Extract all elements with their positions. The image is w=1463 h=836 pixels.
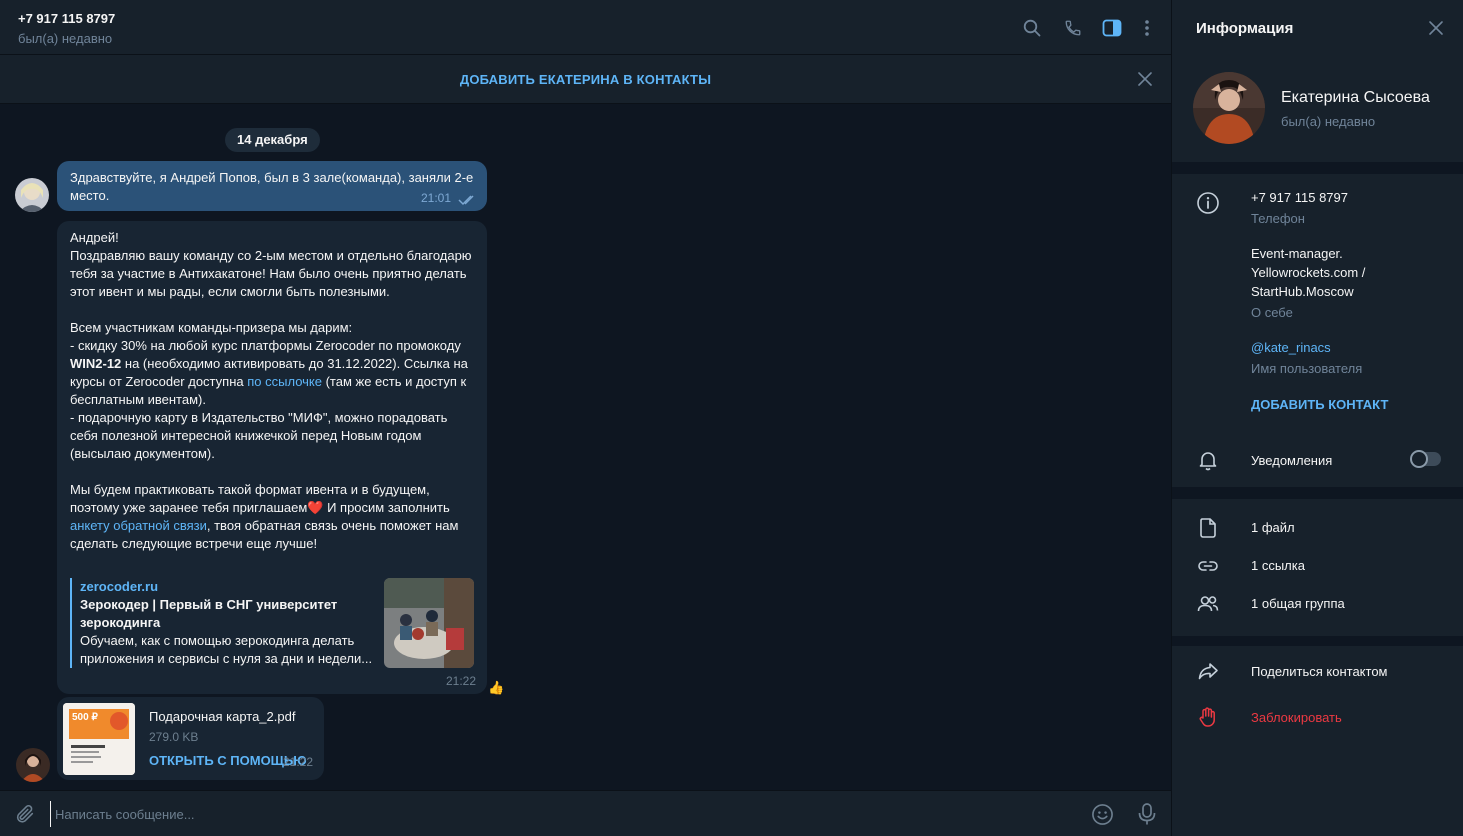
- contact-avatar[interactable]: [16, 748, 50, 782]
- date-divider: 14 декабря: [225, 128, 320, 152]
- bio-line: StartHub.Moscow: [1251, 284, 1354, 299]
- message-text: Здравствуйте, я Андрей Попов, был в 3 за…: [70, 170, 474, 203]
- message-text: И просим заполнить: [323, 500, 450, 515]
- toggle-knob: [1410, 450, 1428, 468]
- search-icon[interactable]: [1021, 17, 1043, 39]
- chat-header: +7 917 115 8797 был(а) недавно: [0, 0, 1171, 55]
- promo-code: WIN2-12: [70, 356, 122, 371]
- preview-description: Обучаем, как с помощью зерокодинга делат…: [80, 633, 355, 648]
- message-paragraph: Поздравляю вашу команду со 2-ым местом и…: [70, 248, 472, 299]
- preview-thumbnail[interactable]: [384, 578, 474, 668]
- chat-title[interactable]: +7 917 115 8797: [18, 11, 115, 26]
- courses-link[interactable]: по ссылочке: [247, 374, 322, 389]
- bio-line: Event-manager.: [1251, 246, 1343, 261]
- message-time: 21:22: [445, 674, 476, 688]
- telegram-app: +7 917 115 8797 был(а) недавно ДОБАВИТЬ …: [0, 0, 1463, 836]
- bell-icon: [1196, 448, 1220, 472]
- contact-username-label: Имя пользователя: [1251, 361, 1363, 376]
- outgoing-message[interactable]: Здравствуйте, я Андрей Попов, был в 3 за…: [57, 161, 487, 211]
- close-icon[interactable]: [1137, 71, 1153, 87]
- add-contact-banner: ДОБАВИТЬ ЕКАТЕРИНА В КОНТАКТЫ: [0, 55, 1171, 104]
- message-paragraph: - скидку 30% на любой курс платформы Zer…: [70, 337, 474, 409]
- profile-avatar[interactable]: [1193, 72, 1265, 144]
- chat-pane: +7 917 115 8797 был(а) недавно ДОБАВИТЬ …: [0, 0, 1171, 836]
- shared-files[interactable]: 1 файл: [1251, 518, 1295, 537]
- profile-status: был(а) недавно: [1281, 114, 1376, 129]
- info-panel-title: Информация: [1196, 20, 1294, 37]
- block-hand-icon: [1196, 705, 1220, 729]
- file-name: Подарочная карта_2.pdf: [149, 709, 296, 724]
- shared-links[interactable]: 1 ссылка: [1251, 556, 1305, 575]
- message-paragraph: Всем участникам команды-призера мы дарим…: [70, 320, 353, 335]
- message-paragraph: - подарочную карту в Издательство "МИФ",…: [70, 410, 448, 461]
- info-profile-section: Информация Екатерина Сысоева был(а) неда…: [1172, 0, 1463, 162]
- message-paragraph: Мы будем практиковать такой формат ивент…: [70, 481, 474, 553]
- file-message[interactable]: 500 ₽ Подарочная карта_2.pdf 279.0 KB ОТ…: [57, 697, 324, 780]
- phone-icon[interactable]: [1062, 17, 1084, 39]
- close-icon[interactable]: [1428, 20, 1444, 36]
- info-panel: Информация Екатерина Сысоева был(а) неда…: [1171, 0, 1463, 836]
- emoji-icon[interactable]: [1091, 803, 1114, 826]
- bio-line: Yellowrockets.com /: [1251, 265, 1366, 280]
- incoming-message[interactable]: Андрей! Поздравляю вашу команду со 2-ым …: [57, 221, 487, 694]
- info-details-section: +7 917 115 8797 Телефон Event-manager. Y…: [1172, 174, 1463, 487]
- link-preview[interactable]: zerocoder.ru Зерокодер | Первый в СНГ ун…: [70, 578, 474, 668]
- message-time: 21:01: [420, 191, 451, 205]
- feedback-form-link[interactable]: анкету обратной связи: [70, 518, 207, 533]
- link-icon: [1196, 554, 1220, 578]
- sender-avatar[interactable]: [15, 178, 49, 212]
- info-actions-section: Поделиться контактом Заблокировать: [1172, 646, 1463, 836]
- add-contact-banner-link[interactable]: ДОБАВИТЬ ЕКАТЕРИНА В КОНТАКТЫ: [0, 72, 1171, 87]
- chat-status: был(а) недавно: [18, 31, 113, 46]
- preview-description: приложения и сервисы с нуля за дни и нед…: [80, 651, 373, 666]
- more-icon[interactable]: [1136, 17, 1158, 39]
- file-thumbnail-label: 500 ₽: [72, 712, 98, 723]
- mic-icon[interactable]: [1136, 802, 1158, 826]
- attach-icon[interactable]: [14, 803, 36, 825]
- message-time: 21:22: [283, 755, 314, 769]
- message-greeting: Андрей!: [70, 230, 119, 245]
- contact-bio[interactable]: Event-manager. Yellowrockets.com / Start…: [1251, 244, 1365, 301]
- thumbs-up-reaction[interactable]: 👍: [488, 680, 504, 696]
- contact-phone-label: Телефон: [1251, 211, 1305, 226]
- message-list[interactable]: 14 декабря Здравствуйте, я Андрей Попов,…: [0, 104, 1171, 790]
- file-icon: [1196, 516, 1220, 540]
- info-icon: [1196, 191, 1220, 215]
- contact-phone[interactable]: +7 917 115 8797: [1251, 188, 1348, 207]
- message-text: - скидку 30% на любой курс платформы Zer…: [70, 338, 461, 353]
- contact-username[interactable]: @kate_rinacs: [1251, 338, 1331, 357]
- sidebar-toggle-icon[interactable]: [1101, 17, 1123, 39]
- read-checks-icon: [458, 195, 474, 206]
- file-size: 279.0 KB: [149, 730, 199, 744]
- message-composer: [0, 790, 1171, 836]
- preview-title: Зерокодер | Первый в СНГ университет зер…: [80, 597, 338, 630]
- contact-bio-label: О себе: [1251, 305, 1293, 320]
- heart-emoji: ❤️: [307, 500, 324, 515]
- notifications-label: Уведомления: [1251, 453, 1333, 468]
- file-thumbnail[interactable]: 500 ₽: [63, 703, 135, 775]
- profile-name: Екатерина Сысоева: [1281, 89, 1430, 106]
- group-icon: [1196, 592, 1220, 616]
- message-input[interactable]: [50, 801, 1050, 827]
- notifications-toggle[interactable]: [1410, 450, 1441, 468]
- share-contact-button[interactable]: Поделиться контактом: [1251, 662, 1388, 681]
- add-contact-button[interactable]: ДОБАВИТЬ КОНТАКТ: [1251, 397, 1388, 412]
- share-icon: [1196, 659, 1220, 683]
- common-groups[interactable]: 1 общая группа: [1251, 594, 1345, 613]
- info-media-section: 1 файл 1 ссылка 1 общая группа: [1172, 499, 1463, 636]
- block-button[interactable]: Заблокировать: [1251, 708, 1342, 727]
